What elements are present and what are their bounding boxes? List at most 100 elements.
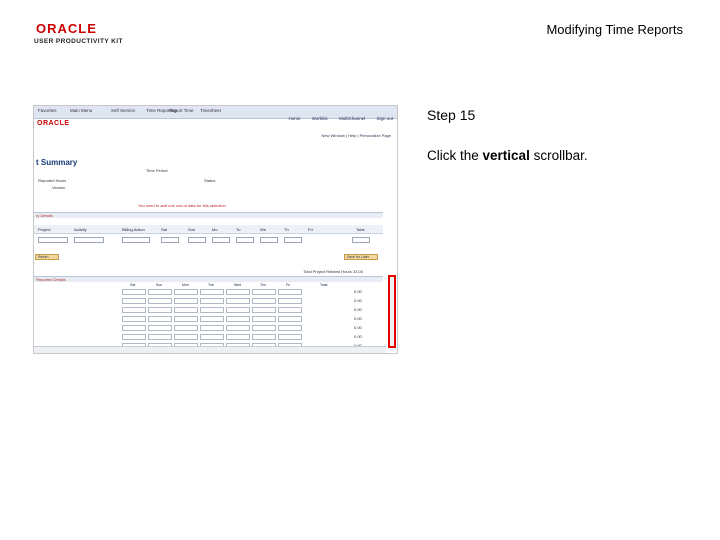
hours-cell[interactable] xyxy=(148,334,172,340)
col-sat: Sat xyxy=(161,227,168,232)
hours-field[interactable] xyxy=(260,237,278,243)
table-row: 0.00 xyxy=(122,307,362,314)
tab[interactable]: Self Service xyxy=(111,108,135,113)
oracle-mini-logo: ORACLE xyxy=(37,120,70,127)
horizontal-scrollbar[interactable] xyxy=(34,346,386,353)
hours-field[interactable] xyxy=(212,237,230,243)
hours-cell[interactable] xyxy=(174,298,198,304)
hours-cell[interactable] xyxy=(174,334,198,340)
hours-cell[interactable] xyxy=(278,289,302,295)
hours-cell[interactable] xyxy=(148,307,172,313)
save-for-later-button[interactable]: Save for Later xyxy=(344,254,378,260)
rep-col: Wed xyxy=(234,283,242,287)
hours-cell[interactable] xyxy=(226,316,250,322)
hours-cell[interactable] xyxy=(252,289,276,295)
entry-row xyxy=(34,237,383,247)
meta-status: Status xyxy=(204,178,216,183)
row-total: 0.00 xyxy=(354,316,362,321)
hours-cell[interactable] xyxy=(200,307,224,313)
hours-cell[interactable] xyxy=(174,316,198,322)
hours-cell[interactable] xyxy=(200,325,224,331)
col-fri: Fri xyxy=(308,227,313,232)
summary-title: t Summary xyxy=(36,158,78,167)
hours-field[interactable] xyxy=(284,237,302,243)
hours-cell[interactable] xyxy=(200,298,224,304)
vertical-scrollbar-highlight[interactable] xyxy=(388,275,396,348)
hours-cell[interactable] xyxy=(226,325,250,331)
oracle-upk-logo: ORACLE USER PRODUCTIVITY KIT xyxy=(34,22,129,48)
nav-multichannel[interactable]: MultiChannel xyxy=(339,116,365,121)
hours-cell[interactable] xyxy=(200,334,224,340)
hours-cell[interactable] xyxy=(252,334,276,340)
row-total: 0.00 xyxy=(354,298,362,303)
hours-cell[interactable] xyxy=(148,325,172,331)
hours-cell[interactable] xyxy=(122,298,146,304)
nav-signout[interactable]: Sign out xyxy=(376,116,393,121)
col-billing: Billing Action xyxy=(122,227,145,232)
hours-cell[interactable] xyxy=(252,316,276,322)
hours-cell[interactable] xyxy=(278,325,302,331)
col-project: Project xyxy=(38,227,51,232)
hours-cell[interactable] xyxy=(226,334,250,340)
hours-cell[interactable] xyxy=(226,289,250,295)
hours-cell[interactable] xyxy=(252,307,276,313)
hours-field[interactable] xyxy=(236,237,254,243)
activity-field[interactable] xyxy=(74,237,104,243)
col-sun: Sun xyxy=(188,227,196,232)
step-instruction: Click the vertical scrollbar. xyxy=(427,148,588,163)
hours-cell[interactable] xyxy=(278,298,302,304)
hours-cell[interactable] xyxy=(122,289,146,295)
col-total: Total xyxy=(356,227,365,232)
hours-cell[interactable] xyxy=(148,316,172,322)
app-screenshot: Favorites Main Menu Self Service Time Re… xyxy=(33,105,398,354)
tab[interactable]: Report Time xyxy=(169,108,194,113)
warning-text: You need to add one row of data for this… xyxy=(138,203,226,208)
step-label: Step 15 xyxy=(427,107,476,123)
hours-field[interactable] xyxy=(188,237,206,243)
rep-col: Mon xyxy=(182,283,189,287)
hours-cell[interactable] xyxy=(122,316,146,322)
table-row: 0.00 xyxy=(122,325,362,332)
nav-worklist[interactable]: Worklist xyxy=(312,116,328,121)
hours-cell[interactable] xyxy=(200,289,224,295)
tab[interactable]: Main Menu xyxy=(70,108,92,113)
hours-cell[interactable] xyxy=(278,316,302,322)
hours-cell[interactable] xyxy=(226,298,250,304)
return-button[interactable]: Return xyxy=(35,254,59,260)
hours-cell[interactable] xyxy=(174,325,198,331)
col-mo: Mo xyxy=(212,227,218,232)
hours-cell[interactable] xyxy=(200,316,224,322)
row-total: 0.00 xyxy=(354,334,362,339)
hours-cell[interactable] xyxy=(174,307,198,313)
hours-cell[interactable] xyxy=(148,289,172,295)
meta-time-period: Time Period xyxy=(146,168,168,173)
hours-cell[interactable] xyxy=(174,289,198,295)
hours-cell[interactable] xyxy=(122,334,146,340)
hours-cell[interactable] xyxy=(122,307,146,313)
row-total: 0.00 xyxy=(354,289,362,294)
section-reported-details: Reported Details xyxy=(34,276,383,282)
billing-field[interactable] xyxy=(122,237,150,243)
rep-col: Sat xyxy=(130,283,136,287)
table-row: 0.00 xyxy=(122,316,362,323)
page-links[interactable]: New Window | Help | Personalize Page xyxy=(322,133,391,138)
hours-cell[interactable] xyxy=(252,298,276,304)
hours-cell[interactable] xyxy=(148,298,172,304)
meta-version: Version xyxy=(52,185,66,190)
table-row: 0.00 xyxy=(122,334,362,341)
hours-field[interactable] xyxy=(161,237,179,243)
hours-cell[interactable] xyxy=(252,325,276,331)
nav-home[interactable]: Home xyxy=(288,116,300,121)
tab[interactable]: Favorites xyxy=(38,108,57,113)
hours-cell[interactable] xyxy=(122,325,146,331)
row-total: 0.00 xyxy=(354,325,362,330)
logo-subtitle: USER PRODUCTIVITY KIT xyxy=(34,38,123,45)
rep-col: Sun xyxy=(156,283,163,287)
project-field[interactable] xyxy=(38,237,68,243)
page-title: Modifying Time Reports xyxy=(546,22,683,37)
col-we: We xyxy=(260,227,266,232)
tab[interactable]: Timesheet xyxy=(200,108,221,113)
hours-cell[interactable] xyxy=(278,307,302,313)
hours-cell[interactable] xyxy=(226,307,250,313)
hours-cell[interactable] xyxy=(278,334,302,340)
